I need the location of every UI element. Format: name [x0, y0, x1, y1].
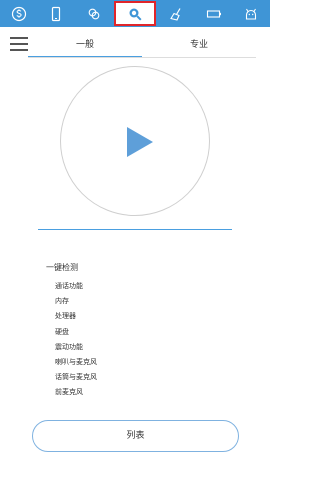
toolbar-item-clean[interactable] [158, 0, 195, 27]
android-icon [246, 8, 257, 20]
check-item-list: 通话功能 内存 处理器 硬盘 震动功能 喇叭与麦克风 话筒与麦克风 前麦克风 [55, 279, 97, 401]
battery-icon [206, 9, 221, 18]
top-toolbar [0, 0, 270, 27]
toolbar-item-battery[interactable] [195, 0, 232, 27]
tab-bar: 一般 专业 [28, 36, 256, 58]
tabs-divider [28, 57, 256, 58]
check-item: 喇叭与麦克风 [55, 357, 97, 366]
check-item: 前麦克风 [55, 388, 83, 397]
toolbar-item-phone[interactable] [37, 0, 74, 27]
toolbar-item-android[interactable] [233, 0, 270, 27]
list-button[interactable]: 列表 [32, 420, 239, 452]
hamburger-menu-icon[interactable] [10, 37, 28, 51]
phone-icon [52, 6, 61, 21]
dollar-circle-icon [11, 6, 26, 21]
toolbar-item-search[interactable] [114, 1, 156, 26]
check-item: 话筒与麦克风 [55, 373, 97, 382]
check-item: 震动功能 [55, 342, 83, 351]
toolbar-item-money[interactable] [0, 0, 37, 27]
play-icon [127, 127, 153, 157]
progress-divider [38, 229, 232, 230]
one-click-check-title: 一键检测 [46, 263, 78, 272]
start-test-circle[interactable] [60, 66, 210, 216]
check-item: 硬盘 [55, 327, 69, 336]
check-item: 通话功能 [55, 282, 83, 290]
tab-general[interactable]: 一般 [28, 36, 142, 58]
search-icon [129, 8, 142, 21]
broom-icon [170, 7, 181, 21]
apps-icon [88, 8, 99, 19]
toolbar-item-apps[interactable] [75, 0, 112, 27]
check-item: 处理器 [55, 312, 76, 321]
check-item: 内存 [55, 297, 69, 306]
tab-professional[interactable]: 专业 [142, 36, 256, 58]
